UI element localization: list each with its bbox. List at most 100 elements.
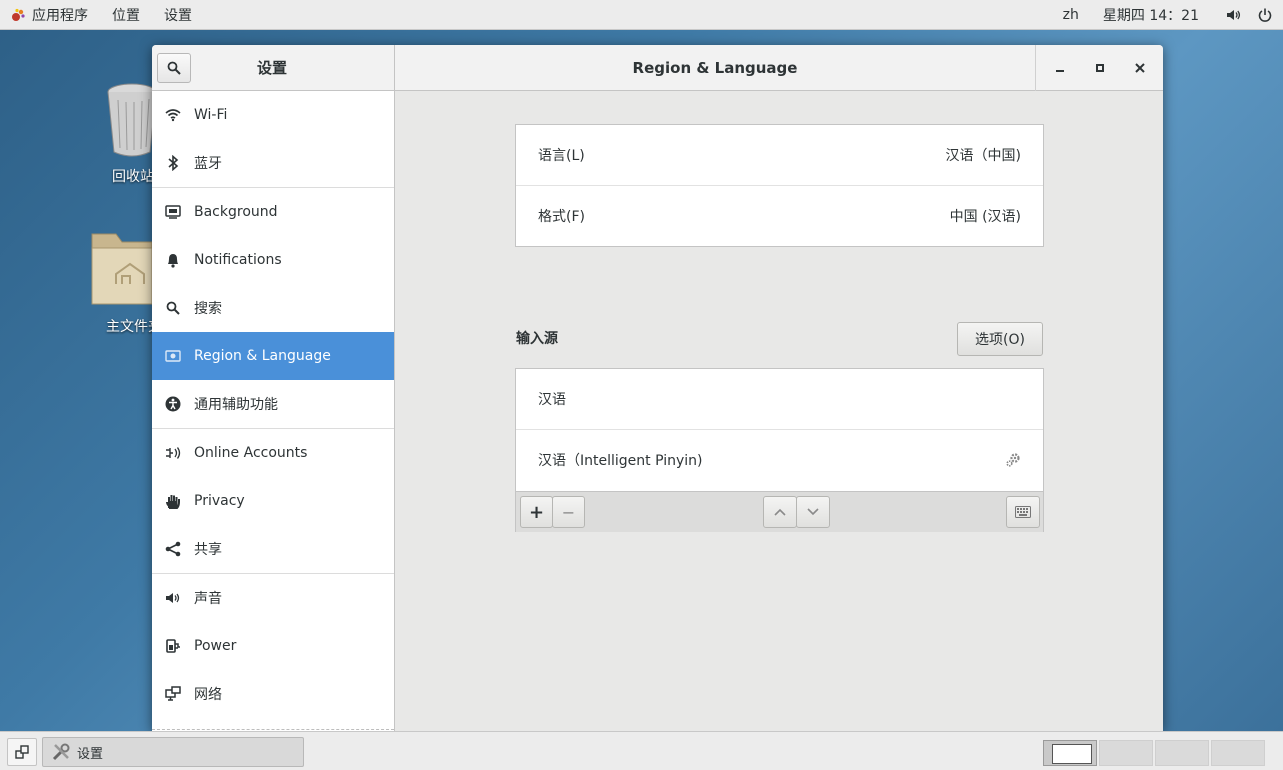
sidebar-item-label: 网络 <box>194 687 222 703</box>
volume-icon[interactable] <box>1217 0 1249 30</box>
workspace-1[interactable] <box>1043 740 1097 766</box>
language-row[interactable]: 语言(L) 汉语（中国) <box>516 125 1043 185</box>
workspace-3[interactable] <box>1155 740 1209 766</box>
keyboard-layout-button[interactable] <box>1006 496 1040 528</box>
sidebar-item-label: Power <box>194 638 237 654</box>
hand-icon <box>152 493 194 509</box>
sidebar-item-label: Region & Language <box>194 348 331 364</box>
input-source-label: 汉语 <box>538 392 566 408</box>
input-sources-heading: 输入源 <box>516 331 558 347</box>
titlebar-divider <box>1035 45 1036 91</box>
tools-icon <box>51 742 71 762</box>
sidebar-header: 设置 <box>152 45 395 91</box>
sidebar-item-label: Notifications <box>194 252 282 268</box>
language-label: 语言(L) <box>538 148 585 164</box>
taskbar-window-label: 设置 <box>77 746 104 762</box>
sidebar-item-online-accounts[interactable]: Online Accounts <box>152 429 394 477</box>
places-menu[interactable]: 位置 <box>100 0 152 30</box>
formats-label: 格式(F) <box>538 209 585 225</box>
wifi-icon <box>152 108 194 122</box>
sidebar-item-privacy[interactable]: Privacy <box>152 477 394 525</box>
chevron-down-icon <box>807 508 819 516</box>
minimize-button[interactable] <box>1048 56 1072 80</box>
background-icon <box>152 205 194 219</box>
input-sources-list: 汉语 汉语（Intelligent Pinyin) + − <box>515 368 1044 532</box>
input-source-label: 汉语（Intelligent Pinyin) <box>538 453 703 469</box>
speaker-icon <box>152 591 194 605</box>
sidebar-item-label: 搜索 <box>194 301 222 317</box>
home-folder-icon <box>88 228 153 310</box>
options-button[interactable]: 选项(O) <box>957 322 1043 356</box>
sidebar-item-accessibility[interactable]: 通用辅助功能 <box>152 380 394 428</box>
power-plug-icon <box>152 638 194 654</box>
minimize-icon <box>1056 70 1064 72</box>
input-method-indicator[interactable]: zh <box>1051 0 1091 30</box>
move-up-button[interactable] <box>763 496 797 528</box>
maximize-button[interactable] <box>1088 56 1112 80</box>
sidebar-title: 设置 <box>256 59 287 77</box>
sidebar-item-power[interactable]: Power <box>152 622 394 670</box>
sidebar-item-wifi[interactable]: Wi-Fi <box>152 91 394 139</box>
applications-menu[interactable]: 应用程序 <box>0 0 100 30</box>
language-formats-list: 语言(L) 汉语（中国) 格式(F) 中国 (汉语) <box>515 124 1044 247</box>
sidebar-scroll-edge <box>152 729 394 730</box>
online-accounts-icon <box>152 446 194 460</box>
sidebar-item-label: Background <box>194 204 278 220</box>
sidebar-item-sound[interactable]: 声音 <box>152 574 394 622</box>
remove-input-source-button[interactable]: − <box>552 496 585 528</box>
formats-row[interactable]: 格式(F) 中国 (汉语) <box>516 186 1043 246</box>
move-down-button[interactable] <box>796 496 830 528</box>
sidebar-item-label: Online Accounts <box>194 445 308 461</box>
sidebar-item-label: 蓝牙 <box>194 156 222 172</box>
add-input-source-button[interactable]: + <box>520 496 553 528</box>
bluetooth-icon <box>152 155 194 171</box>
input-source-row[interactable]: 汉语 <box>516 369 1043 429</box>
sidebar-item-search[interactable]: 搜索 <box>152 284 394 332</box>
maximize-icon <box>1096 64 1104 72</box>
network-icon <box>152 686 194 702</box>
gear-icon[interactable] <box>1005 452 1021 468</box>
workspace-4[interactable] <box>1211 740 1265 766</box>
show-desktop-button[interactable] <box>7 738 37 766</box>
bottom-panel: 设置 <box>0 731 1283 770</box>
workspace-2[interactable] <box>1099 740 1153 766</box>
close-button[interactable] <box>1128 56 1152 80</box>
input-sources-toolbar: + − <box>516 491 1043 532</box>
sidebar-item-label: 共享 <box>194 542 222 558</box>
sidebar-item-label: 通用辅助功能 <box>194 397 278 413</box>
search-icon <box>167 61 181 75</box>
settings-menu[interactable]: 设置 <box>152 0 204 30</box>
sidebar-item-network[interactable]: 网络 <box>152 670 394 718</box>
sidebar: Wi-Fi 蓝牙 Background Notifications 搜索 Reg… <box>152 91 395 731</box>
top-panel: 应用程序 位置 设置 zh 星期四 14：21 <box>0 0 1283 30</box>
settings-window: 设置 Region & Language Wi-Fi 蓝牙 Background <box>152 45 1163 731</box>
sidebar-item-sharing[interactable]: 共享 <box>152 525 394 573</box>
sidebar-item-bluetooth[interactable]: 蓝牙 <box>152 139 394 187</box>
keyboard-icon <box>1015 506 1031 518</box>
clock[interactable]: 星期四 14：21 <box>1091 0 1211 30</box>
sidebar-item-label: Wi-Fi <box>194 107 228 123</box>
chevron-up-icon <box>774 508 786 516</box>
applications-menu-label: 应用程序 <box>32 7 88 24</box>
show-desktop-icon <box>15 745 29 759</box>
formats-value: 中国 (汉语) <box>949 209 1021 225</box>
sidebar-item-label: 声音 <box>194 591 222 607</box>
power-icon[interactable] <box>1249 0 1283 30</box>
gnome-foot-icon <box>10 7 26 23</box>
bell-icon <box>152 252 194 268</box>
page-title: Region & Language <box>632 59 798 77</box>
titlebar: 设置 Region & Language <box>152 45 1163 91</box>
accessibility-icon <box>152 396 194 412</box>
taskbar-window-settings[interactable]: 设置 <box>42 737 304 767</box>
workspace-window-thumbnail <box>1052 744 1092 764</box>
sidebar-item-region-language[interactable]: Region & Language <box>152 332 394 380</box>
search-icon <box>152 301 194 315</box>
input-source-row[interactable]: 汉语（Intelligent Pinyin) <box>516 430 1043 490</box>
sidebar-item-notifications[interactable]: Notifications <box>152 236 394 284</box>
region-language-panel: 语言(L) 汉语（中国) 格式(F) 中国 (汉语) 输入源 选项(O) 汉语 … <box>395 91 1163 731</box>
search-button[interactable] <box>157 53 191 83</box>
share-icon <box>152 541 194 557</box>
region-icon <box>152 350 194 362</box>
sidebar-item-background[interactable]: Background <box>152 188 394 236</box>
close-icon <box>1135 63 1145 73</box>
